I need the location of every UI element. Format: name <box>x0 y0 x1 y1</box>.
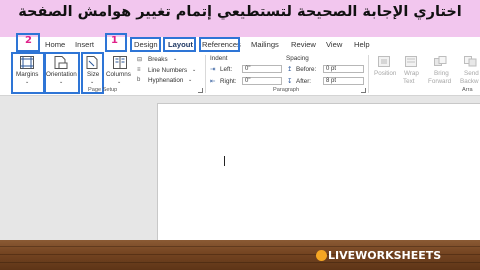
tab-view[interactable]: View <box>326 40 342 49</box>
text-cursor <box>224 156 225 166</box>
tab-insert[interactable]: Insert <box>75 40 94 49</box>
indent-right-label: Right: <box>220 78 237 85</box>
orientation-button[interactable] <box>44 52 80 94</box>
hyphenation-chevron-icon: ⌄ <box>188 77 193 83</box>
bring-forward-line1[interactable]: Bring <box>434 70 449 77</box>
send-backward-line1[interactable]: Send <box>464 70 479 77</box>
margins-button[interactable] <box>11 52 45 94</box>
hyphenation-icon: b <box>137 77 141 83</box>
indent-right-field[interactable]: 0" <box>242 77 282 85</box>
indent-left-field[interactable]: 0" <box>242 65 282 73</box>
spacing-after-field[interactable]: 8 pt <box>323 77 364 85</box>
layout-tab-box[interactable] <box>163 37 196 52</box>
indent-right-icon: ⇤ <box>210 78 216 85</box>
question-banner: اختاري الإجابة الصحيحة لتستطيعي إتمام تغ… <box>0 0 480 37</box>
group-divider <box>368 55 369 93</box>
tab-home[interactable]: Home <box>45 40 65 49</box>
paragraph-launcher-icon[interactable] <box>361 88 366 93</box>
tab-mailings[interactable]: Mailings <box>251 40 279 49</box>
bring-forward-line2[interactable]: Forward <box>428 78 451 85</box>
liveworksheets-logo-icon <box>316 250 327 261</box>
page-setup-launcher-icon[interactable] <box>198 88 203 93</box>
liveworksheets-watermark: LIVEWORKSHEETS <box>328 249 442 262</box>
page-setup-group-label: Page Setup <box>88 87 118 93</box>
indent-left-label: Left: <box>220 66 233 73</box>
design-tab-box[interactable] <box>130 37 161 52</box>
position-icon <box>378 56 390 67</box>
spacing-after-icon: ↧ <box>287 78 293 85</box>
columns-button[interactable] <box>105 54 133 90</box>
spacing-heading: Spacing <box>286 55 309 62</box>
indent-left-icon: ⇥ <box>210 66 216 73</box>
spacing-before-icon: ↥ <box>287 66 293 73</box>
wrap-text-line2[interactable]: Text <box>403 78 415 85</box>
line-numbers-button[interactable]: Line Numbers <box>148 67 187 74</box>
line-numbers-chevron-icon: ⌄ <box>192 67 197 73</box>
wood-grain-line <box>0 246 480 247</box>
wrap-text-line1[interactable]: Wrap <box>404 70 419 77</box>
wood-grain-line <box>0 262 480 263</box>
breaks-icon: ⊟ <box>137 57 143 63</box>
spacing-before-label: Before: <box>296 66 317 73</box>
tab-help[interactable]: Help <box>354 40 370 49</box>
tab-review[interactable]: Review <box>291 40 316 49</box>
arrange-group-label: Arra <box>462 87 473 93</box>
group-divider <box>205 55 206 93</box>
hyphenation-button[interactable]: Hyphenation <box>148 77 183 84</box>
spacing-before-field[interactable]: 0 pt <box>323 65 364 73</box>
document-page[interactable] <box>157 103 480 240</box>
line-numbers-icon: ≡ <box>137 67 141 73</box>
indent-heading: Indent <box>210 55 228 62</box>
spacing-after-label: After: <box>296 78 312 85</box>
send-backward-icon <box>464 56 477 67</box>
answer-number-1: 1 <box>111 35 118 46</box>
references-tab-box[interactable] <box>199 37 240 52</box>
position-button[interactable]: Position <box>374 70 396 77</box>
breaks-button[interactable]: Breaks <box>148 56 168 63</box>
bring-forward-icon <box>434 56 447 66</box>
wrap-text-icon <box>405 56 417 67</box>
breaks-chevron-icon: ⌄ <box>173 56 178 62</box>
paragraph-group-label: Paragraph <box>273 87 300 93</box>
send-backward-line2[interactable]: Backw <box>460 78 479 85</box>
answer-box-2[interactable] <box>16 33 40 52</box>
question-text: اختاري الإجابة الصحيحة لتستطيعي إتمام تغ… <box>18 4 462 20</box>
